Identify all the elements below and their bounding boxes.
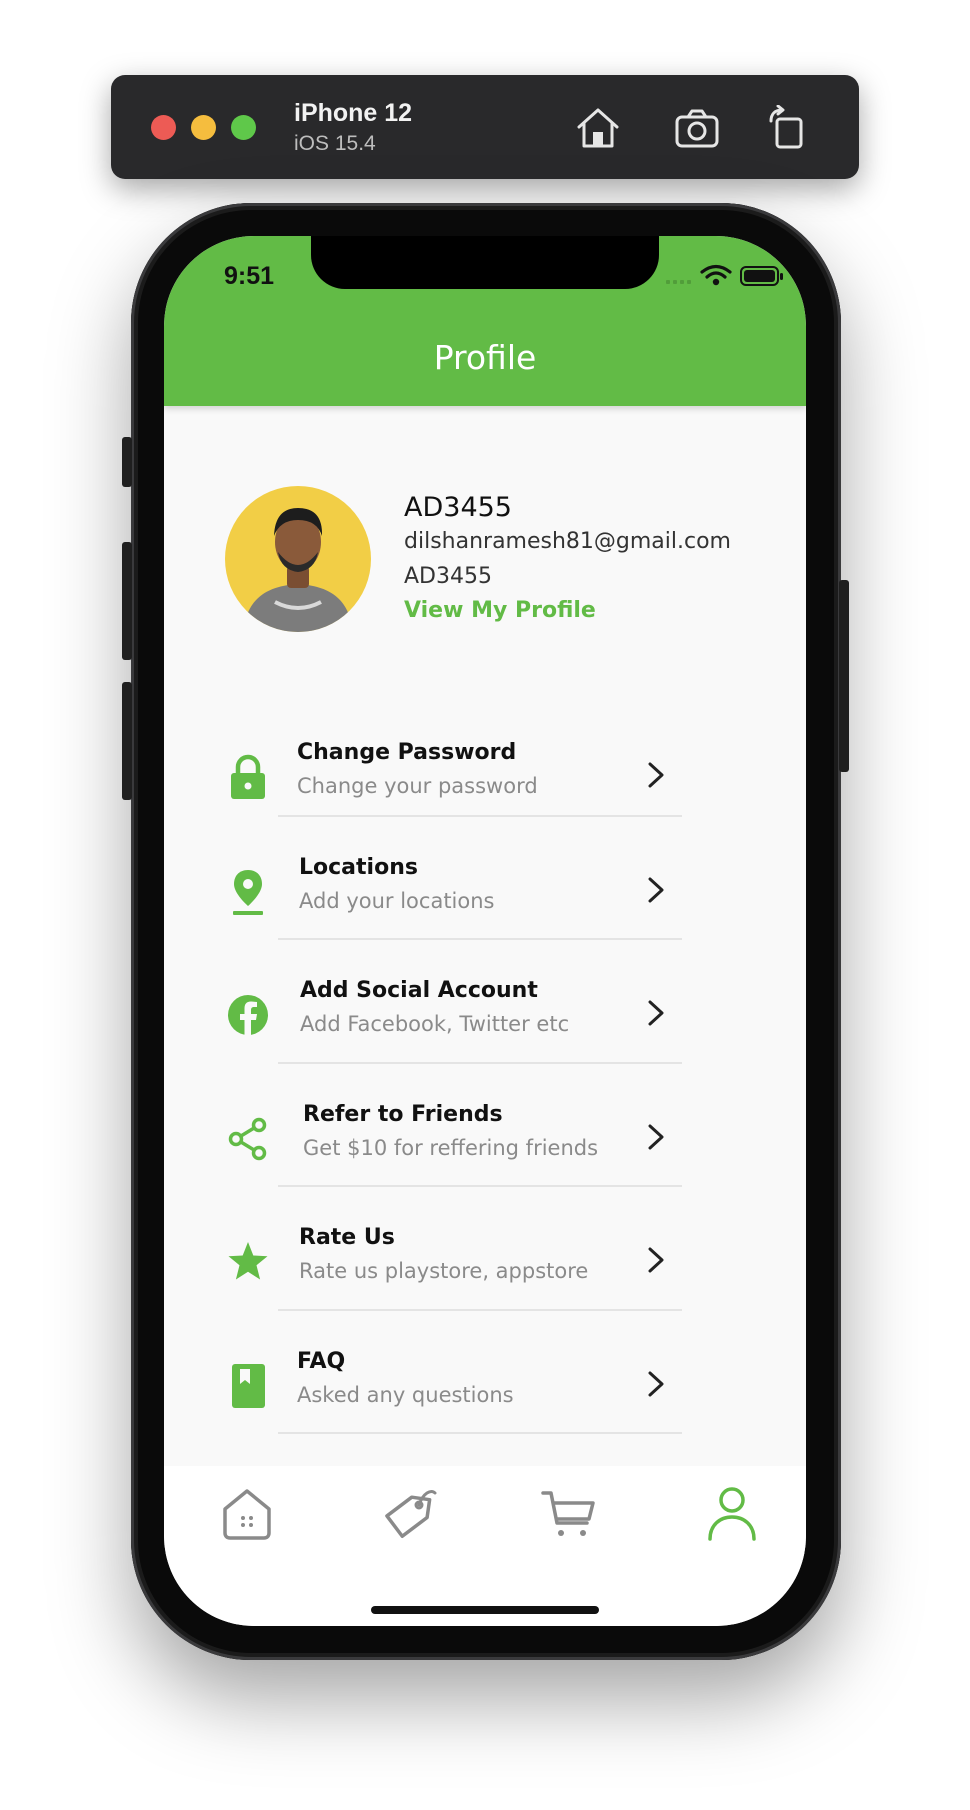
menu-item-subtitle: Asked any questions xyxy=(297,1383,514,1407)
simulator-device-name: iPhone 12 xyxy=(294,99,413,127)
menu-item-subtitle: Rate us playstore, appstore xyxy=(299,1259,589,1283)
chevron-right-icon xyxy=(648,762,664,788)
star-icon xyxy=(228,1242,268,1280)
menu-item-add-social-account[interactable]: Add Social Account Add Facebook, Twitter… xyxy=(224,964,764,1064)
share-icon xyxy=(228,1117,267,1161)
battery-icon xyxy=(740,266,783,286)
volume-up-button xyxy=(122,542,132,660)
lock-icon xyxy=(231,754,265,799)
simulator-os-version: iOS 15.4 xyxy=(294,132,376,155)
zoom-window-button[interactable] xyxy=(231,115,256,140)
menu-item-title: Change Password xyxy=(297,740,517,765)
nav-home-icon[interactable] xyxy=(217,1483,277,1543)
location-pin-icon xyxy=(233,870,263,915)
menu-item-subtitle: Get $10 for reffering friends xyxy=(303,1136,599,1160)
menu-item-faq[interactable]: FAQ Asked any questions xyxy=(224,1335,764,1435)
menu-item-title: FAQ xyxy=(297,1349,346,1374)
divider xyxy=(278,1309,682,1311)
chevron-right-icon xyxy=(648,877,664,903)
page-title: Profile xyxy=(433,338,537,377)
divider xyxy=(278,1185,682,1187)
chevron-right-icon xyxy=(648,1000,664,1026)
menu-item-title: Refer to Friends xyxy=(303,1102,503,1127)
simulator-screenshot-icon[interactable] xyxy=(673,105,721,151)
wifi-icon xyxy=(700,264,732,286)
chevron-right-icon xyxy=(648,1124,664,1150)
close-window-button[interactable] xyxy=(151,115,176,140)
status-indicators xyxy=(666,264,783,286)
volume-down-button xyxy=(122,682,132,800)
profile-photo xyxy=(243,508,353,632)
divider xyxy=(278,815,682,817)
menu-item-title: Add Social Account xyxy=(300,978,538,1003)
chevron-right-icon xyxy=(648,1247,664,1273)
simulator-rotate-icon[interactable] xyxy=(763,105,811,151)
home-indicator[interactable] xyxy=(371,1606,599,1614)
nav-profile-user-icon[interactable] xyxy=(702,1483,762,1543)
cellular-signal-icon xyxy=(666,280,691,284)
phone-screen: 9:51 Profile AD3455 dilshanramesh81@gmai… xyxy=(164,236,806,1626)
menu-item-title: Rate Us xyxy=(299,1225,395,1250)
power-button xyxy=(839,580,849,772)
avatar[interactable] xyxy=(225,486,371,632)
simulator-toolbar: iPhone 12 iOS 15.4 xyxy=(111,75,859,179)
menu-item-rate-us[interactable]: Rate Us Rate us playstore, appstore xyxy=(224,1211,764,1311)
menu-item-subtitle: Change your password xyxy=(297,774,538,798)
profile-email: dilshanramesh81@gmail.com xyxy=(404,529,731,554)
menu-item-subtitle: Add Facebook, Twitter etc xyxy=(300,1012,570,1036)
device-notch xyxy=(311,236,659,289)
facebook-icon xyxy=(228,995,268,1035)
status-time: 9:51 xyxy=(224,262,275,290)
bottom-navigation xyxy=(164,1466,806,1626)
menu-item-change-password[interactable]: Change Password Change your password xyxy=(224,726,764,826)
divider xyxy=(278,1432,682,1434)
divider xyxy=(278,938,682,940)
simulator-home-icon[interactable] xyxy=(574,105,622,151)
nav-cart-icon[interactable] xyxy=(539,1483,599,1543)
profile-name: AD3455 xyxy=(404,492,512,523)
mute-switch xyxy=(122,437,132,487)
minimize-window-button[interactable] xyxy=(191,115,216,140)
menu-item-locations[interactable]: Locations Add your locations xyxy=(224,841,764,941)
menu-item-refer-to-friends[interactable]: Refer to Friends Get $10 for reffering f… xyxy=(224,1088,764,1188)
view-profile-link[interactable]: View My Profile xyxy=(404,598,596,623)
bookmark-book-icon xyxy=(232,1364,265,1408)
chevron-right-icon xyxy=(648,1371,664,1397)
menu-item-title: Locations xyxy=(299,855,418,880)
divider xyxy=(278,1062,682,1064)
nav-tag-icon[interactable] xyxy=(379,1483,439,1543)
menu-item-subtitle: Add your locations xyxy=(299,889,495,913)
profile-user-id: AD3455 xyxy=(404,564,492,589)
